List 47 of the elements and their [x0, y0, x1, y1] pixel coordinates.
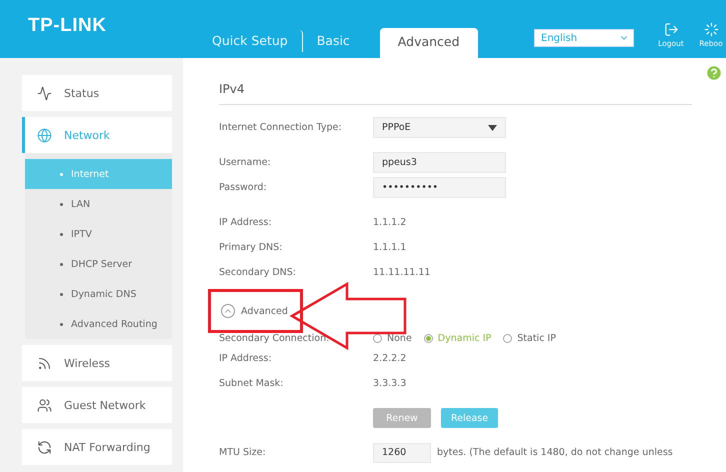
sunburst-icon — [704, 22, 718, 37]
field-label: Internet Connection Type: — [219, 122, 343, 133]
field-label: Subnet Mask: — [219, 378, 284, 389]
submenu-item[interactable]: Advanced Routing — [25, 309, 172, 339]
signal-icon — [37, 356, 52, 370]
sidebar-item[interactable]: NAT Forwarding — [22, 429, 172, 465]
collapse-icon — [221, 304, 235, 318]
submenu-item[interactable]: Dynamic DNS — [25, 279, 172, 309]
globe-icon — [37, 128, 52, 142]
refresh-icon — [37, 440, 52, 454]
sidebar-item[interactable]: Status — [22, 75, 172, 111]
logout-icon — [664, 22, 678, 37]
people-icon — [37, 398, 52, 412]
field-label: IP Address: — [219, 353, 273, 364]
connection-type-select[interactable]: PPPoE — [373, 117, 506, 138]
field-value: 2.2.2.2 — [373, 352, 408, 366]
input-field[interactable]: •••••••••• — [373, 177, 506, 198]
field-label: IP Address: — [219, 217, 273, 228]
field-value: 3.3.3.3 — [373, 377, 408, 391]
field-label: MTU Size: — [219, 447, 267, 458]
input-field[interactable]: ppeus3 — [373, 152, 506, 173]
mtu-field[interactable]: 1260 — [373, 442, 431, 462]
field-label: Primary DNS: — [219, 242, 284, 253]
mtu-note: bytes. (The default is 1480, do not change unless — [437, 446, 674, 460]
sidebar-item[interactable]: Guest Network — [22, 387, 172, 423]
field-value: 1.1.1.1 — [373, 241, 408, 255]
submenu-item[interactable]: DHCP Server — [25, 249, 172, 279]
dropdown-icon — [488, 124, 497, 130]
sidebar-item[interactable]: Wireless — [22, 345, 172, 381]
submenu-item[interactable]: LAN — [25, 189, 172, 219]
submenu-item[interactable]: IPTV — [25, 219, 172, 249]
pulse-icon — [37, 86, 52, 100]
logo: TP-LINK — [28, 15, 106, 37]
radio-option[interactable]: Static IP — [503, 333, 556, 344]
advanced-toggle[interactable]: Advanced — [221, 297, 288, 325]
field-value: 1.1.1.2 — [373, 216, 408, 230]
radio-option[interactable]: None — [373, 333, 412, 344]
field-label: Secondary DNS: — [219, 267, 297, 278]
field-label: Secondary Connection: — [219, 333, 330, 344]
help-icon[interactable] — [705, 64, 723, 82]
field-label: Username: — [219, 157, 272, 168]
section-title: IPv4 — [219, 82, 692, 105]
sidebar-item[interactable]: Network — [22, 117, 172, 153]
field-label: Password: — [219, 182, 268, 193]
field-value: 11.11.11.11 — [373, 266, 432, 280]
language-select[interactable]: English — [534, 29, 634, 47]
nav-tab[interactable]: Advanced — [380, 28, 478, 58]
